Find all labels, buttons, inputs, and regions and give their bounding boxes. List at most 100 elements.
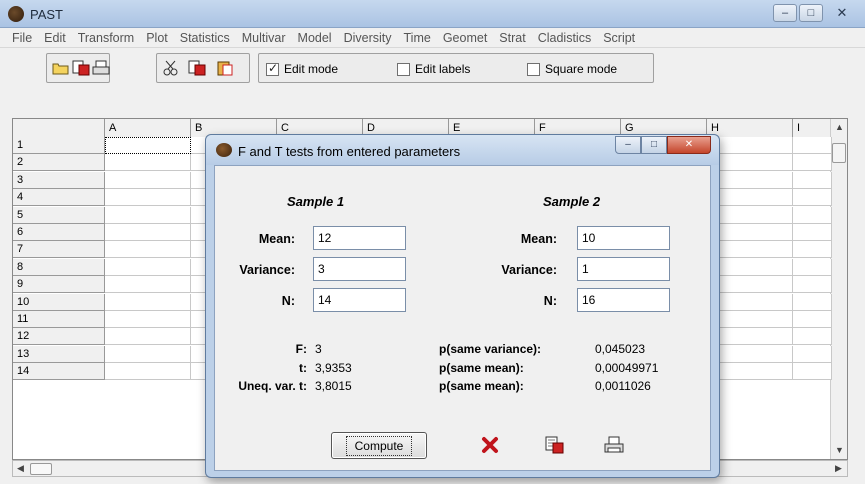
- menu-item-strat[interactable]: Strat: [493, 31, 531, 45]
- square-mode-checkbox[interactable]: Square mode: [527, 62, 617, 76]
- row-header-8[interactable]: 8: [13, 258, 105, 276]
- grid-cell[interactable]: [105, 189, 191, 207]
- f-t-test-dialog: F and T tests from entered parameters – …: [205, 134, 720, 478]
- edit-labels-checkbox[interactable]: Edit labels: [397, 62, 470, 76]
- grid-cell[interactable]: [105, 293, 191, 311]
- print-icon[interactable]: [601, 432, 627, 458]
- menu-item-script[interactable]: Script: [597, 31, 641, 45]
- sample2-mean-input[interactable]: [577, 226, 670, 250]
- scroll-up-icon[interactable]: ▲: [835, 122, 844, 132]
- compute-button[interactable]: Compute: [331, 432, 427, 459]
- row-header-10[interactable]: 10: [13, 293, 105, 311]
- copy-icon[interactable]: [541, 432, 567, 458]
- grid-cell[interactable]: [793, 206, 832, 224]
- row-header-2[interactable]: 2: [13, 154, 105, 172]
- dialog-minimize-button[interactable]: –: [615, 136, 641, 154]
- t-label: t:: [299, 361, 307, 375]
- menu-item-time[interactable]: Time: [398, 31, 437, 45]
- grid-cell[interactable]: [105, 137, 191, 154]
- vertical-scroll-thumb[interactable]: [832, 143, 846, 163]
- p-same-mean-label: p(same mean):: [439, 361, 524, 375]
- menu-bar: File Edit Transform Plot Statistics Multivar M…: [0, 28, 865, 48]
- dialog-titlebar[interactable]: F and T tests from entered parameters – …: [206, 135, 719, 165]
- paste-icon[interactable]: [214, 57, 236, 79]
- column-header-h[interactable]: H: [707, 119, 793, 137]
- grid-cell[interactable]: [793, 363, 832, 381]
- grid-cell[interactable]: [793, 154, 832, 172]
- grid-cell[interactable]: [793, 137, 832, 154]
- horizontal-scroll-thumb[interactable]: [30, 463, 52, 475]
- row-header-4[interactable]: 4: [13, 189, 105, 207]
- grid-cell[interactable]: [105, 276, 191, 294]
- edit-mode-checkbox[interactable]: Edit mode: [266, 61, 338, 76]
- grid-cell[interactable]: [105, 206, 191, 224]
- grid-cell[interactable]: [793, 276, 832, 294]
- grid-cell[interactable]: [105, 311, 191, 328]
- menu-item-diversity[interactable]: Diversity: [338, 31, 398, 45]
- sample1-variance-input[interactable]: [313, 257, 406, 281]
- sample1-n-input[interactable]: [313, 288, 406, 312]
- menu-item-multivar[interactable]: Multivar: [236, 31, 292, 45]
- grid-cell[interactable]: [105, 345, 191, 363]
- row-header-6[interactable]: 6: [13, 224, 105, 241]
- row-header-14[interactable]: 14: [13, 363, 105, 381]
- grid-cell[interactable]: [105, 258, 191, 276]
- grid-cell[interactable]: [105, 241, 191, 259]
- grid-cell[interactable]: [793, 224, 832, 241]
- row-header-11[interactable]: 11: [13, 311, 105, 328]
- grid-cell[interactable]: [793, 328, 832, 346]
- menu-item-file[interactable]: File: [6, 31, 38, 45]
- row-header-1[interactable]: 1: [13, 137, 105, 154]
- sample2-variance-input[interactable]: [577, 257, 670, 281]
- menu-item-geomet[interactable]: Geomet: [437, 31, 493, 45]
- grid-cell[interactable]: [793, 293, 832, 311]
- menu-item-model[interactable]: Model: [292, 31, 338, 45]
- row-header-7[interactable]: 7: [13, 241, 105, 259]
- column-header-a[interactable]: A: [105, 119, 191, 137]
- dialog-maximize-button[interactable]: □: [641, 136, 667, 154]
- close-button[interactable]: ✕: [825, 4, 859, 22]
- grid-cell[interactable]: [793, 345, 832, 363]
- cut-icon[interactable]: [160, 57, 182, 79]
- column-header-i[interactable]: I: [793, 119, 833, 137]
- grid-cell[interactable]: [105, 224, 191, 241]
- sample2-variance-label: Variance:: [501, 263, 557, 277]
- row-header-9[interactable]: 9: [13, 276, 105, 294]
- grid-cell[interactable]: [793, 189, 832, 207]
- grid-cell[interactable]: [105, 363, 191, 381]
- row-header-12[interactable]: 12: [13, 328, 105, 346]
- menu-item-transform[interactable]: Transform: [72, 31, 141, 45]
- print-icon[interactable]: [90, 57, 112, 79]
- grid-cell[interactable]: [793, 241, 832, 259]
- edit-labels-check[interactable]: [397, 62, 410, 76]
- menu-item-edit[interactable]: Edit: [38, 31, 72, 45]
- copy-icon[interactable]: [186, 57, 208, 79]
- grid-cell[interactable]: [793, 171, 832, 189]
- row-header-5[interactable]: 5: [13, 206, 105, 224]
- row-header-13[interactable]: 13: [13, 345, 105, 363]
- edit-mode-check[interactable]: [266, 61, 279, 76]
- cancel-x-icon[interactable]: [477, 432, 503, 458]
- sample2-n-input[interactable]: [577, 288, 670, 312]
- dialog-close-button[interactable]: ✕: [667, 136, 711, 154]
- row-header-3[interactable]: 3: [13, 171, 105, 189]
- scroll-down-icon[interactable]: ▼: [835, 445, 844, 455]
- grid-cell[interactable]: [105, 154, 191, 172]
- grid-cell[interactable]: [105, 328, 191, 346]
- maximize-button[interactable]: □: [799, 4, 823, 22]
- menu-item-plot[interactable]: Plot: [140, 31, 174, 45]
- sample1-mean-input[interactable]: [313, 226, 406, 250]
- save-icon[interactable]: [70, 57, 92, 79]
- open-folder-icon[interactable]: [50, 57, 72, 79]
- vertical-scrollbar[interactable]: ▲ ▼: [830, 119, 847, 459]
- p-same-mean-value: 0,00049971: [595, 361, 659, 375]
- grid-cell[interactable]: [793, 311, 832, 328]
- square-mode-check[interactable]: [527, 62, 540, 76]
- scroll-right-icon[interactable]: ▶: [835, 463, 842, 474]
- minimize-button[interactable]: –: [773, 4, 797, 22]
- menu-item-statistics[interactable]: Statistics: [174, 31, 236, 45]
- menu-item-cladistics[interactable]: Cladistics: [532, 31, 598, 45]
- grid-cell[interactable]: [793, 258, 832, 276]
- scroll-left-icon[interactable]: ◀: [17, 463, 24, 474]
- grid-cell[interactable]: [105, 171, 191, 189]
